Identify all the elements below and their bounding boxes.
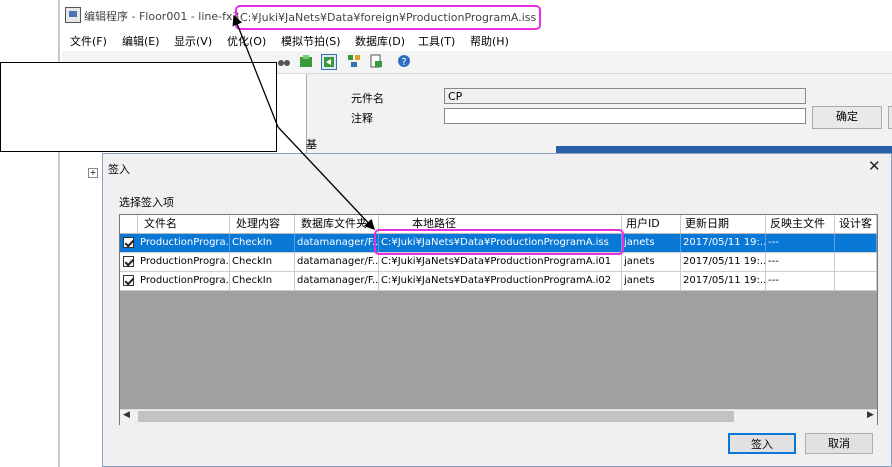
arrow-to-path [277, 126, 375, 230]
arrow-to-title [232, 14, 279, 128]
annotation-arrows [232, 14, 375, 230]
